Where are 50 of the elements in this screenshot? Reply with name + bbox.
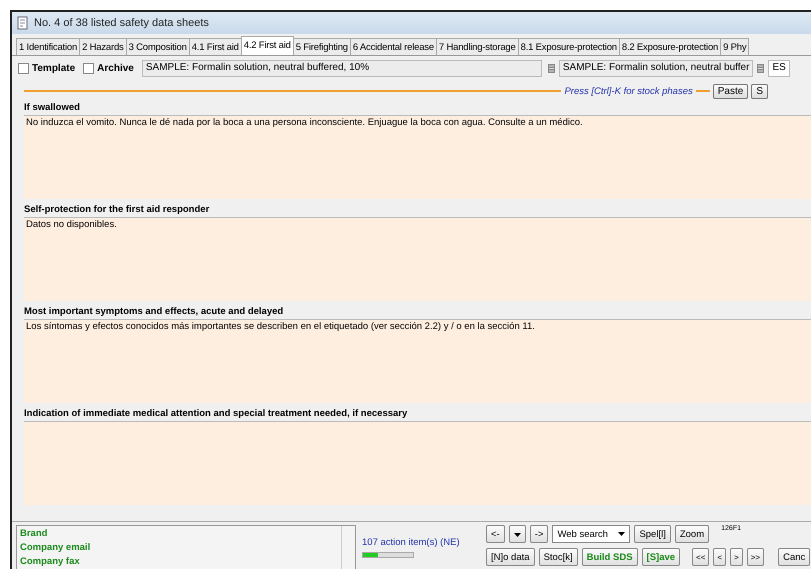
nav-button[interactable]: > <box>730 548 743 566</box>
cancel-button[interactable]: Canc <box>778 548 810 566</box>
text-area[interactable]: Los síntomas y efectos conocidos más importantes se describen en el etiquetado (ver sección 2.2) y / o en la sección 11. <box>24 320 811 403</box>
action-items-text: 107 action item(s) (NE) <box>362 537 461 548</box>
toolbar-button[interactable]: <- <box>486 525 505 543</box>
phrase-button[interactable]: Paste <box>712 84 748 98</box>
toolbar-button[interactable]: -> <box>530 525 548 543</box>
action-button[interactable]: [S]ave <box>642 548 680 566</box>
nav-button[interactable]: >> <box>746 548 764 566</box>
tab[interactable]: 7 Handling-storage <box>436 38 519 55</box>
document-icon <box>16 16 30 30</box>
language-field[interactable]: ES <box>768 60 790 77</box>
list-item[interactable]: Company fax <box>20 555 338 568</box>
window-title: No. 4 of 38 listed safety data sheets <box>34 17 209 29</box>
tab[interactable]: 4.1 First aid <box>188 38 242 55</box>
tab[interactable]: 6 Accidental release <box>350 38 437 55</box>
tab[interactable]: 4.2 First aid <box>240 36 294 55</box>
tab[interactable]: 5 Firefighting <box>292 38 351 55</box>
tab[interactable]: 8.1 Exposure-protection <box>518 38 620 55</box>
checkbox[interactable] <box>18 63 29 74</box>
action-button[interactable]: Stoc[k] <box>538 548 578 566</box>
hint-text: Press [Ctrl]-K for stock phases <box>564 86 693 96</box>
list-item[interactable]: Company email <box>20 541 338 554</box>
toolbar-button[interactable]: Zoom <box>674 525 710 543</box>
phrase-button[interactable]: S <box>751 84 768 98</box>
checkbox-label: Template <box>32 63 76 74</box>
tab[interactable]: 2 Hazards <box>79 38 127 55</box>
action-button[interactable]: Build SDS <box>582 548 638 566</box>
text-area[interactable]: Datos no disponibles. <box>24 218 811 301</box>
text-area[interactable]: No induzca el vomito. Nunca le dé nada por la boca a una persona inconsciente. Enjuague la boca con agua. Consulte a un médico. <box>24 116 811 199</box>
caret-icon <box>514 532 521 536</box>
action-button[interactable]: [N]o data <box>486 548 535 566</box>
name-field[interactable]: SAMPLE: Formalin solution, neutral buffered, 10% <box>142 60 542 77</box>
tab[interactable]: 9 Phy <box>720 38 750 55</box>
field-list[interactable]: Brand Company email Company fax <box>16 525 356 569</box>
checkbox-label: Archive <box>97 63 134 74</box>
tab[interactable]: 3 Composition <box>126 38 190 55</box>
toolbar-button[interactable]: Spel[l] <box>634 525 671 543</box>
checkbox[interactable] <box>83 63 94 74</box>
nav-button[interactable]: << <box>692 548 710 566</box>
translated-name-field[interactable]: SAMPLE: Formalin solution, neutral buffer <box>558 60 754 77</box>
list-icon <box>548 64 555 73</box>
tab[interactable]: 8.2 Exposure-protection <box>618 38 722 55</box>
list-item[interactable]: Brand <box>20 527 338 540</box>
menu-button[interactable] <box>508 525 526 543</box>
caret-icon <box>618 532 626 536</box>
nav-button[interactable]: < <box>713 548 726 566</box>
search-select[interactable]: Web search <box>552 525 630 543</box>
list-icon <box>757 64 764 73</box>
tab[interactable]: 1 Identification <box>16 38 80 55</box>
